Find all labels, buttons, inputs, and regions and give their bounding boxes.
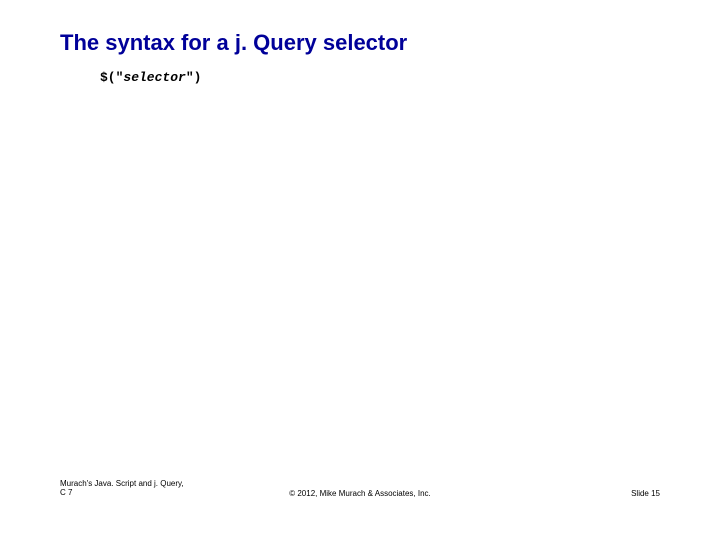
code-suffix: ")	[186, 70, 202, 85]
footer-chapter: C 7	[60, 488, 184, 498]
footer-left: Murach's Java. Script and j. Query, C 7	[60, 479, 184, 498]
footer-book-title: Murach's Java. Script and j. Query,	[60, 479, 184, 489]
slide-container: The syntax for a j. Query selector $("se…	[0, 0, 720, 540]
code-selector-placeholder: selector	[123, 70, 185, 85]
slide-heading: The syntax for a j. Query selector	[60, 30, 720, 56]
footer-slide-number: Slide 15	[631, 489, 660, 498]
footer-copyright: © 2012, Mike Murach & Associates, Inc.	[289, 489, 431, 498]
code-prefix: $("	[100, 70, 123, 85]
code-syntax: $("selector")	[100, 70, 720, 85]
